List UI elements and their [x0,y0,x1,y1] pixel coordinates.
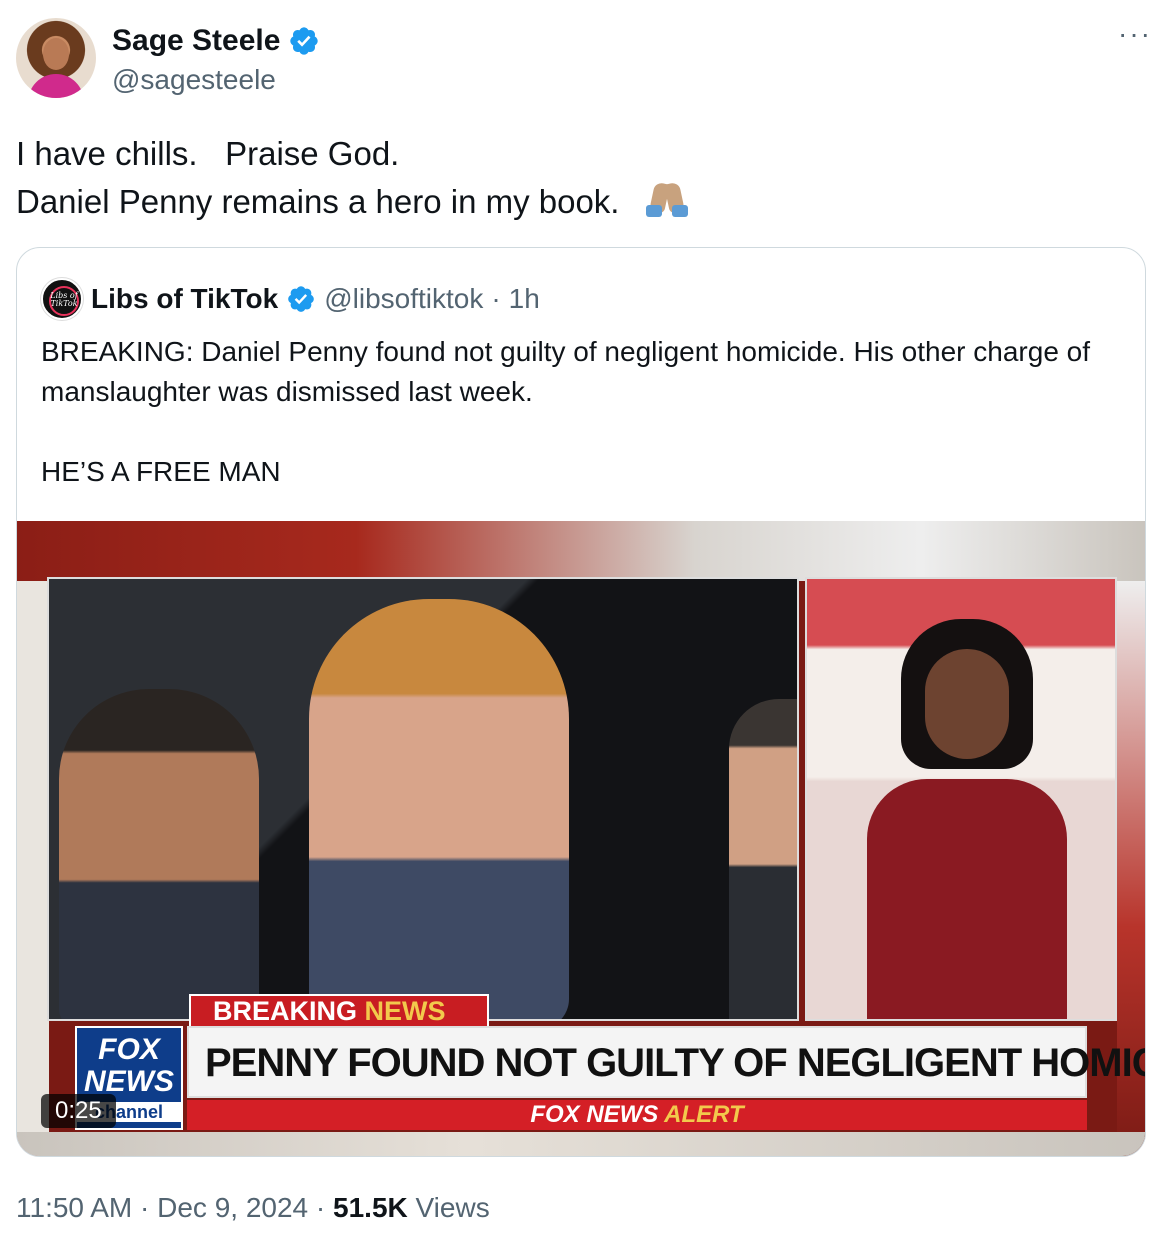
views-label: Views [415,1192,490,1223]
quoted-tweet[interactable]: Libs of TikTok Libs of TikTok @libsoftik… [16,247,1146,1157]
post-time[interactable]: 11:50 AM [16,1192,132,1223]
alert-part1: FOX NEWS [530,1101,659,1128]
news-word: NEWS [364,996,446,1026]
headline-chyron: PENNY FOUND NOT GUILTY OF NEGLIGENT HOMI… [187,1026,1145,1098]
folded-hands-emoji [645,181,688,219]
video-frame-courthouse [47,577,799,1021]
tweet-metadata: 11:50 AM · Dec 9, 2024 · 51.5K Views [16,1192,490,1224]
quoted-author-handle[interactable]: @libsoftiktok [324,283,483,315]
verified-badge-icon [288,286,315,312]
avatar-shirt [28,74,84,98]
studio-background-left [17,581,49,1156]
video-frame-anchor [805,577,1117,1021]
quoted-author-name[interactable]: Libs of TikTok [91,283,278,315]
anchor-sweater [867,779,1067,1019]
breaking-word: BREAKING [213,996,358,1026]
logo-line1: FOX [98,1033,160,1066]
studio-floor [17,1132,1145,1156]
video-duration-badge: 0:25 [41,1094,116,1128]
news-anchor [867,619,1067,1019]
alert-bar: FOX NEWS ALERT [187,1100,1087,1130]
alert-part2: ALERT [664,1101,744,1128]
author-avatar[interactable] [16,18,96,98]
author-handle[interactable]: @sagesteele [112,64,276,96]
breaking-news-label: BREAKING NEWS [189,994,489,1028]
verified-badge-icon [290,27,319,55]
quoted-avatar-logo-text: Libs of TikTok [50,291,78,308]
quoted-text: BREAKING: Daniel Penny found not guilty … [41,336,1091,487]
video-player[interactable]: BREAKING NEWS FOX NEWS channel PENNY FOU… [17,521,1145,1156]
tweet-header: Sage Steele @sagesteele ··· [16,18,1152,100]
person-center [309,599,569,1019]
tweet-text: I have chills. Praise God. Daniel Penny … [16,130,688,226]
quoted-time[interactable]: 1h [509,283,540,315]
person-right [729,699,797,1019]
post-date[interactable]: Dec 9, 2024 [157,1192,308,1223]
studio-background-top [17,521,1145,581]
meta-separator: · [140,1192,150,1223]
quoted-header: Libs of TikTok Libs of TikTok @libsoftik… [41,278,540,320]
tweet-text-content: I have chills. Praise God. Daniel Penny … [16,135,620,220]
anchor-face [925,649,1009,759]
author-name[interactable]: Sage Steele [112,24,280,58]
avatar-face [43,38,69,70]
person-left [59,689,259,1019]
quoted-separator: · [491,283,501,314]
views-count: 51.5K [333,1192,408,1223]
author-name-row: Sage Steele [112,24,320,58]
meta-separator: · [315,1192,326,1223]
more-options-icon[interactable]: ··· [1118,20,1152,48]
quoted-avatar[interactable]: Libs of TikTok [41,278,83,320]
